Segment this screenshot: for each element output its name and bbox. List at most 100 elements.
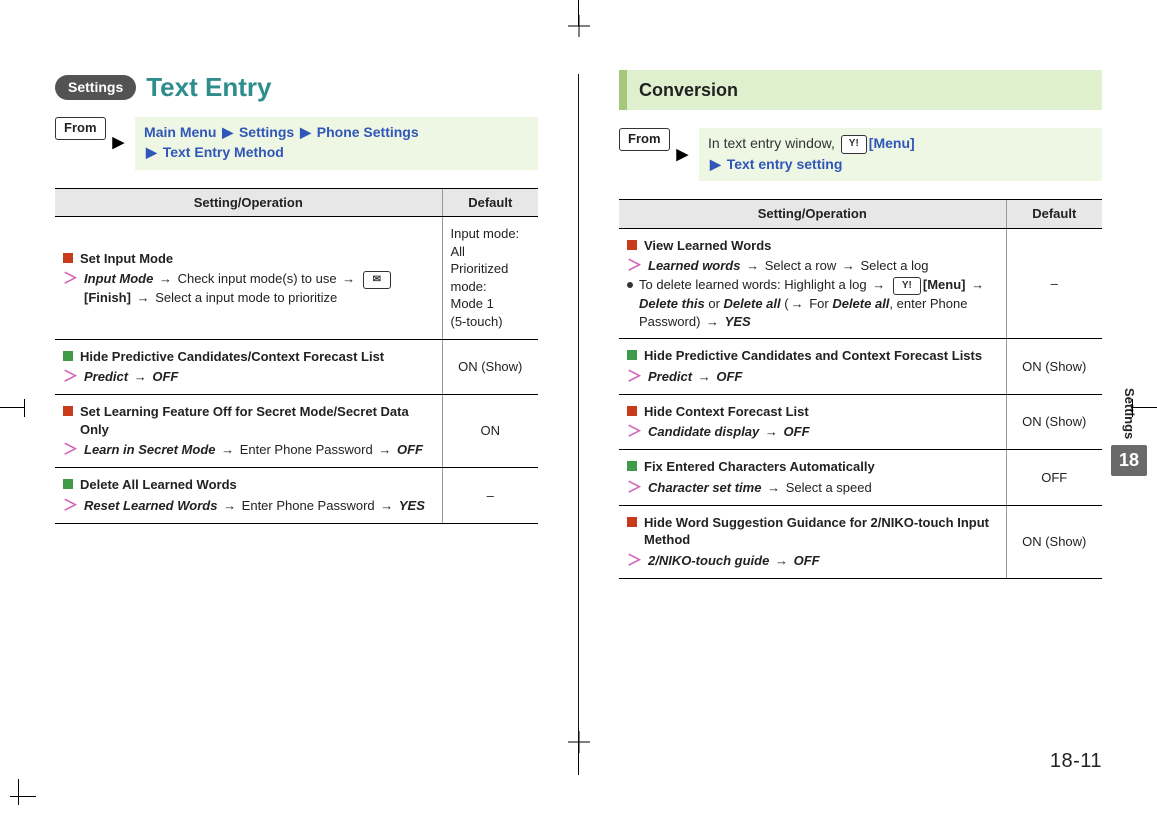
nav-path: In text entry window, Y![Menu] ▶ Text en… [699,128,1102,181]
operation-step: ＞ Predict → OFF [63,368,434,386]
operation-cell: Hide Context Forecast List＞ Candidate dis… [619,394,1006,450]
operation-cell: Fix Entered Characters Automatically ＞Cha… [619,450,1006,506]
page-heading-row: Settings Text Entry [55,70,538,105]
chevron-right-icon: ▶ [146,144,157,160]
operation-cell: Hide Word Suggestion Guidance for 2/NIKO… [619,505,1006,578]
default-cell: – [442,468,538,524]
square-bullet-icon [63,253,73,263]
right-column: Conversion From ▶ In text entry window, … [619,70,1102,784]
heading-accent-bar [619,70,627,110]
square-bullet-icon [627,461,637,471]
page-title: Text Entry [146,70,271,105]
chevron-step-icon: ＞ [627,552,642,570]
section-heading: Conversion [619,70,1102,110]
nav-seg: Phone Settings [317,124,419,140]
chevron-step-icon: ＞ [63,270,78,288]
table-row: Hide Predictive Candidates and Context F… [619,339,1102,395]
operation-step-body: Candidate display → OFF [648,423,997,441]
operation-title: Set Input Mode [63,250,434,268]
operation-step-body: 2/NIKO-touch guide → OFF [648,552,997,570]
operation-title-text: Set Input Mode [80,250,173,268]
table-row: Hide Predictive Candidates/Context Forec… [55,339,538,395]
square-bullet-icon [627,406,637,416]
default-cell: ON (Show) [442,339,538,395]
chevron-step-icon: ＞ [627,257,642,275]
nav-seg: Text Entry Method [163,144,284,160]
square-bullet-icon [627,517,637,527]
chevron-step-icon: ＞ [627,423,642,441]
registration-mark-left [0,399,25,417]
chevron-step-icon: ＞ [627,368,642,386]
operation-title: Hide Word Suggestion Guidance for 2/NIKO… [627,514,998,549]
section-title: Conversion [627,70,1102,110]
left-column: Settings Text Entry From ▶ Main Menu ▶ S… [55,70,538,784]
from-arrow-icon: ▶ [113,133,125,153]
chevron-right-icon: ▶ [710,156,721,172]
registration-mark-right [1132,399,1157,417]
chapter-thumb-number: 18 [1111,445,1147,475]
nav-path: Main Menu ▶ Settings ▶ Phone Settings ▶ … [135,117,538,170]
settings-badge: Settings [55,75,136,101]
table-row: Hide Word Suggestion Guidance for 2/NIKO… [619,505,1102,578]
operation-title-text: View Learned Words [644,237,771,255]
table-row: Fix Entered Characters Automatically ＞Cha… [619,450,1102,506]
operation-cell: View Learned Words＞ Learned words → Selec… [619,228,1006,338]
settings-table-left: Setting/Operation Default Set Input Mode… [55,188,538,524]
operation-title: Fix Entered Characters Automatically [627,458,998,476]
operation-step-body: Input Mode → Check input mode(s) to use … [84,270,433,306]
operation-note: To delete learned words: Highlight a log… [627,276,998,330]
page: Settings Text Entry From ▶ Main Menu ▶ S… [0,0,1157,824]
square-bullet-icon [627,240,637,250]
chevron-right-icon: ▶ [222,124,233,140]
operation-cell: Delete All Learned Words ＞Reset Learned W… [55,468,442,524]
col-header-default: Default [442,188,538,217]
operation-step: ＞ 2/NIKO-touch guide → OFF [627,552,998,570]
operation-cell: Set Learning Feature Off for Secret Mode… [55,395,442,468]
square-bullet-icon [63,479,73,489]
operation-step: ＞ Input Mode → Check input mode(s) to use… [63,270,434,306]
operation-step: ＞Predict → OFF [627,368,998,386]
operation-step-body: Learned words → Select a row → Select a … [648,257,997,275]
page-number: 18-11 [1050,748,1102,775]
operation-step-body: Learn in Secret Mode → Enter Phone Passw… [84,441,433,459]
operation-title-text: Delete All Learned Words [80,476,237,494]
square-bullet-icon [627,350,637,360]
square-bullet-icon [63,406,73,416]
default-cell: OFF [1006,450,1102,506]
from-chip: From [55,117,106,140]
default-cell: ON [442,395,538,468]
from-nav-right: From ▶ In text entry window, Y![Menu] ▶ … [619,128,1102,181]
default-cell: ON (Show) [1006,339,1102,395]
table-row: Set Input Mode＞ Input Mode → Check input … [55,217,538,339]
operation-step-body: Predict → OFF [84,368,433,386]
operation-title-text: Hide Predictive Candidates and Context F… [644,347,982,365]
registration-mark-top [572,0,586,33]
chevron-step-icon: ＞ [63,368,78,386]
column-divider [578,74,579,774]
operation-cell: Set Input Mode＞ Input Mode → Check input … [55,217,442,339]
operation-title: Hide Predictive Candidates/Context Forec… [63,348,434,366]
from-chip: From [619,128,670,151]
operation-cell: Hide Predictive Candidates and Context F… [619,339,1006,395]
operation-step: ＞Reset Learned Words → Enter Phone Passw… [63,497,434,515]
operation-step: ＞Character set time → Select a speed [627,479,998,497]
default-cell: ON (Show) [1006,505,1102,578]
operation-title-text: Hide Context Forecast List [644,403,809,421]
col-header-operation: Setting/Operation [619,200,1006,229]
operation-title-text: Set Learning Feature Off for Secret Mode… [80,403,434,438]
operation-title: Hide Predictive Candidates and Context F… [627,347,998,365]
from-arrow-icon: ▶ [677,145,689,165]
operation-title-text: Fix Entered Characters Automatically [644,458,875,476]
table-row: Delete All Learned Words ＞Reset Learned W… [55,468,538,524]
chevron-step-icon: ＞ [63,441,78,459]
operation-title: Delete All Learned Words [63,476,434,494]
nav-softkey-label: [Menu] [869,135,915,151]
nav-seg: Settings [239,124,294,140]
operation-title-text: Hide Word Suggestion Guidance for 2/NIKO… [644,514,998,549]
chevron-step-icon: ＞ [627,479,642,497]
chevron-step-icon: ＞ [63,497,78,515]
operation-title-text: Hide Predictive Candidates/Context Forec… [80,348,384,366]
nav-plain-text: In text entry window, [708,135,839,151]
from-nav-left: From ▶ Main Menu ▶ Settings ▶ Phone Sett… [55,117,538,170]
registration-mark-bottom [572,742,586,775]
